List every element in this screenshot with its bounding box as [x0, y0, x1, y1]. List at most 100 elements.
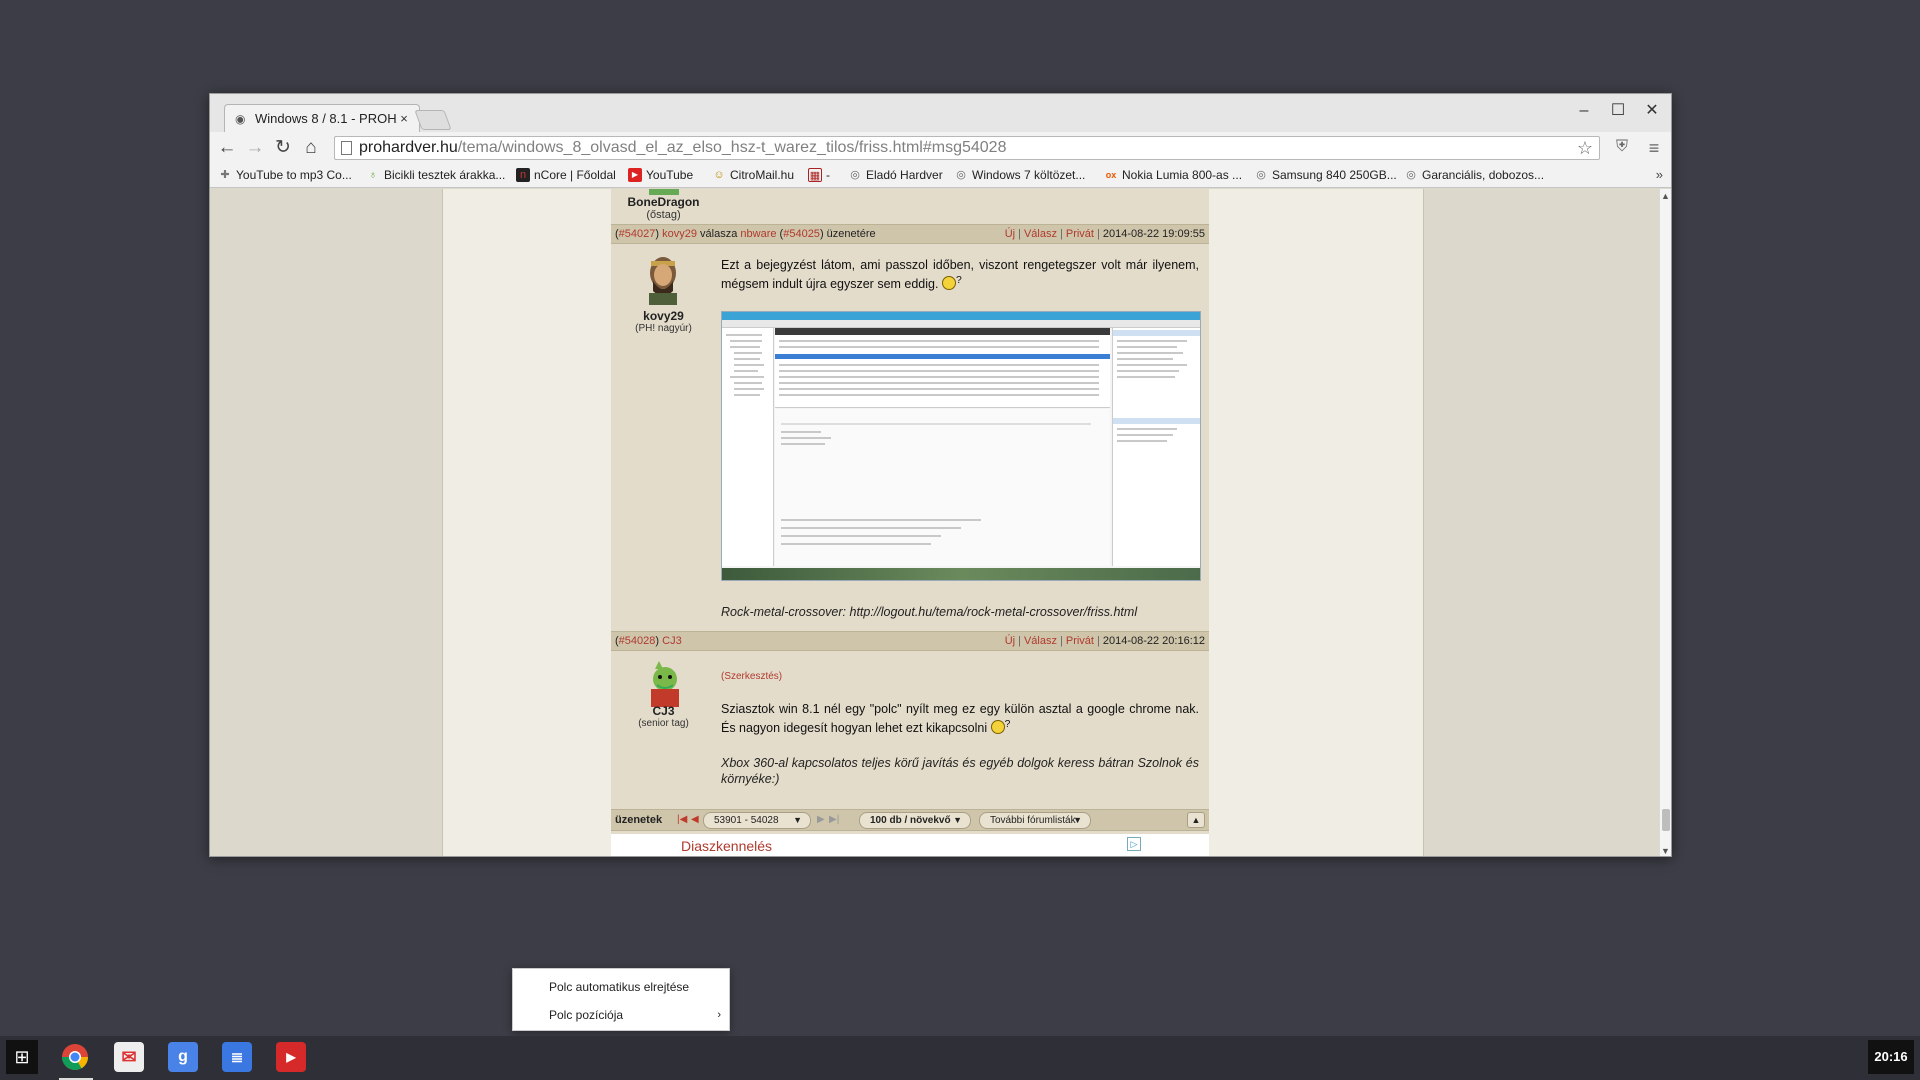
embedded-screenshot[interactable]: [721, 311, 1201, 581]
bookmark-label: CitroMail.hu: [730, 168, 795, 182]
back-arrow-icon[interactable]: ←: [214, 136, 240, 160]
bookmarks-bar: ✚ YouTube to mp3 Co... ♁ Bicikli tesztek á…: [210, 164, 1671, 188]
menu-icon[interactable]: ≡: [1643, 138, 1665, 158]
bookmark-label: Nokia Lumia 800-as ...: [1122, 168, 1243, 182]
app-launcher-icon[interactable]: ⊞: [6, 1040, 38, 1074]
reply-link[interactable]: Válasz: [1024, 228, 1057, 240]
forward-arrow-icon[interactable]: →: [242, 136, 268, 160]
next-page-icon[interactable]: ▶: [817, 814, 825, 825]
per-page-value: 100 db / növekvő: [870, 815, 951, 826]
ncore-icon: n: [516, 168, 530, 182]
clock[interactable]: 20:16: [1868, 1040, 1914, 1074]
bookmark-label: Samsung 840 250GB...: [1272, 168, 1397, 182]
bookmarks-more-icon[interactable]: »: [1656, 167, 1663, 182]
per-page-select[interactable]: 100 db / növekvő ▼: [859, 812, 971, 829]
menu-item-label: Polc pozíciója: [549, 1008, 624, 1022]
adchoices-icon[interactable]: ▷: [1127, 837, 1141, 851]
scroll-up-icon[interactable]: ▲: [1661, 191, 1670, 201]
chrome-icon[interactable]: [60, 1042, 90, 1072]
page-scrollbar[interactable]: ▲ ▼: [1659, 189, 1671, 856]
reply-word: válasza: [700, 228, 738, 240]
extension-icon[interactable]: ⛨: [1611, 138, 1633, 158]
post-number-link[interactable]: #54028: [619, 635, 656, 647]
minimize-button[interactable]: –: [1567, 100, 1601, 122]
hardver-icon: ◎: [1406, 169, 1416, 181]
shelf: ⊞ ✉ g ≣ ▶ 20:16: [0, 1036, 1920, 1080]
private-link[interactable]: Privát: [1066, 228, 1094, 240]
post-number-link[interactable]: #54027: [619, 228, 656, 240]
close-window-button[interactable]: ✕: [1635, 100, 1669, 122]
post-actions: Új | Válasz | Privát | 2014-08-22 19:09:55: [1004, 228, 1205, 240]
chevron-down-icon: ▼: [793, 815, 802, 825]
bookmark-item[interactable]: ▶ YouTube: [628, 168, 693, 182]
tab-close-icon[interactable]: ×: [397, 111, 411, 126]
menu-item-position[interactable]: Polc pozíciója ›: [549, 1005, 721, 1025]
smiley-icon: [990, 720, 1005, 735]
post-header: (#54028) CJ3 Új | Válasz | Privát | 2014-08-22…: [611, 631, 1209, 651]
browser-toolbar: ← → ↻ ⌂ prohardver.hu/tema/windows_8_olv…: [210, 132, 1671, 164]
new-link[interactable]: Új: [1005, 228, 1015, 240]
address-bar[interactable]: prohardver.hu/tema/windows_8_olvasd_el_a…: [334, 136, 1600, 160]
ad-link[interactable]: Diaszkennelés: [681, 838, 772, 854]
page-range-select[interactable]: 53901 - 54028 ▼: [703, 812, 811, 829]
post-author-link[interactable]: CJ3: [662, 635, 682, 647]
url-host: prohardver.hu: [359, 139, 458, 156]
first-page-icon[interactable]: |◀: [677, 814, 687, 825]
last-page-icon[interactable]: ▶|: [829, 814, 839, 825]
reload-icon[interactable]: ↻: [270, 136, 296, 160]
bookmark-item[interactable]: ◎ Garanciális, dobozos...: [1404, 168, 1544, 182]
new-link[interactable]: Új: [1005, 635, 1015, 647]
bookmark-item[interactable]: ◎ Samsung 840 250GB...: [1254, 168, 1397, 182]
bookmark-label: Windows 7 költözet...: [972, 168, 1086, 182]
page-viewport: BoneDragon (őstag) (#54027) kovy29 válas…: [210, 189, 1661, 856]
scroll-top-icon[interactable]: ▲: [1187, 812, 1205, 828]
bookmark-label: Bicikli tesztek árakka...: [384, 168, 506, 182]
private-link[interactable]: Privát: [1066, 635, 1094, 647]
shelf-context-menu: Polc automatikus elrejtése Polc pozíciój…: [512, 968, 730, 1031]
bookmark-item[interactable]: ☺ CitroMail.hu: [712, 168, 794, 182]
bookmark-item[interactable]: ♁ Bicikli tesztek árakka...: [366, 168, 506, 182]
user-name[interactable]: BoneDragon: [611, 195, 716, 209]
user-rank: (PH! nagyúr): [635, 323, 692, 334]
bookmark-item[interactable]: n nCore | Főoldal: [516, 168, 616, 182]
new-tab-button[interactable]: [414, 110, 452, 130]
gmail-icon[interactable]: ✉: [114, 1042, 144, 1072]
user-name[interactable]: CJ3: [611, 704, 716, 718]
tab-title: Windows 8 / 8.1 - PROHA: [255, 111, 397, 126]
scrollbar-thumb[interactable]: [1662, 809, 1670, 831]
maximize-button[interactable]: ☐: [1601, 100, 1635, 122]
menu-item-autohide[interactable]: Polc automatikus elrejtése: [549, 977, 721, 997]
url-path: /tema/windows_8_olvasd_el_az_elso_hsz-t_…: [457, 139, 1007, 156]
hardver-icon: ◎: [956, 169, 966, 181]
youtube-icon[interactable]: ▶: [276, 1042, 306, 1072]
bookmark-item[interactable]: ◎ Eladó Hardver: [848, 168, 943, 182]
docs-icon[interactable]: ≣: [222, 1042, 252, 1072]
user-name[interactable]: kovy29: [611, 309, 716, 323]
bookmark-item[interactable]: ox Nokia Lumia 800-as ...: [1104, 168, 1242, 182]
bookmark-star-icon[interactable]: ☆: [1577, 137, 1593, 159]
post-author-link[interactable]: kovy29: [662, 228, 697, 240]
edited-link[interactable]: (Szerkesztés): [721, 671, 782, 682]
chevron-down-icon: ▼: [1073, 815, 1082, 825]
post-header: (#54027) kovy29 válasza nbware (#54025) …: [611, 224, 1209, 244]
home-icon[interactable]: ⌂: [298, 136, 324, 160]
bookmark-item[interactable]: ✚ YouTube to mp3 Co...: [218, 168, 351, 182]
hardver-icon: ◎: [1256, 169, 1266, 181]
bookmark-label: -: [826, 168, 830, 182]
reply-to-link[interactable]: nbware: [740, 228, 776, 240]
bookmark-item[interactable]: ◎ Windows 7 költözet...: [954, 168, 1085, 182]
bookmark-label: YouTube: [646, 168, 694, 182]
bike-icon: ♁: [368, 169, 378, 181]
avatar[interactable]: [639, 251, 687, 307]
reply-number-link[interactable]: #54025: [783, 228, 820, 240]
google-search-icon[interactable]: g: [168, 1042, 198, 1072]
more-forums-value: További fórumlisták: [990, 815, 1076, 826]
prev-page-icon[interactable]: ◀: [691, 814, 699, 825]
more-forums-select[interactable]: További fórumlisták ▼: [979, 812, 1091, 829]
reply-link[interactable]: Válasz: [1024, 635, 1057, 647]
user-rank: (őstag): [646, 209, 681, 221]
menu-item-label: Polc automatikus elrejtése: [549, 980, 690, 994]
bookmark-item[interactable]: ▦ -: [808, 168, 830, 182]
browser-tab[interactable]: ◉ Windows 8 / 8.1 - PROHA ×: [224, 104, 420, 132]
scroll-down-icon[interactable]: ▼: [1661, 846, 1670, 856]
